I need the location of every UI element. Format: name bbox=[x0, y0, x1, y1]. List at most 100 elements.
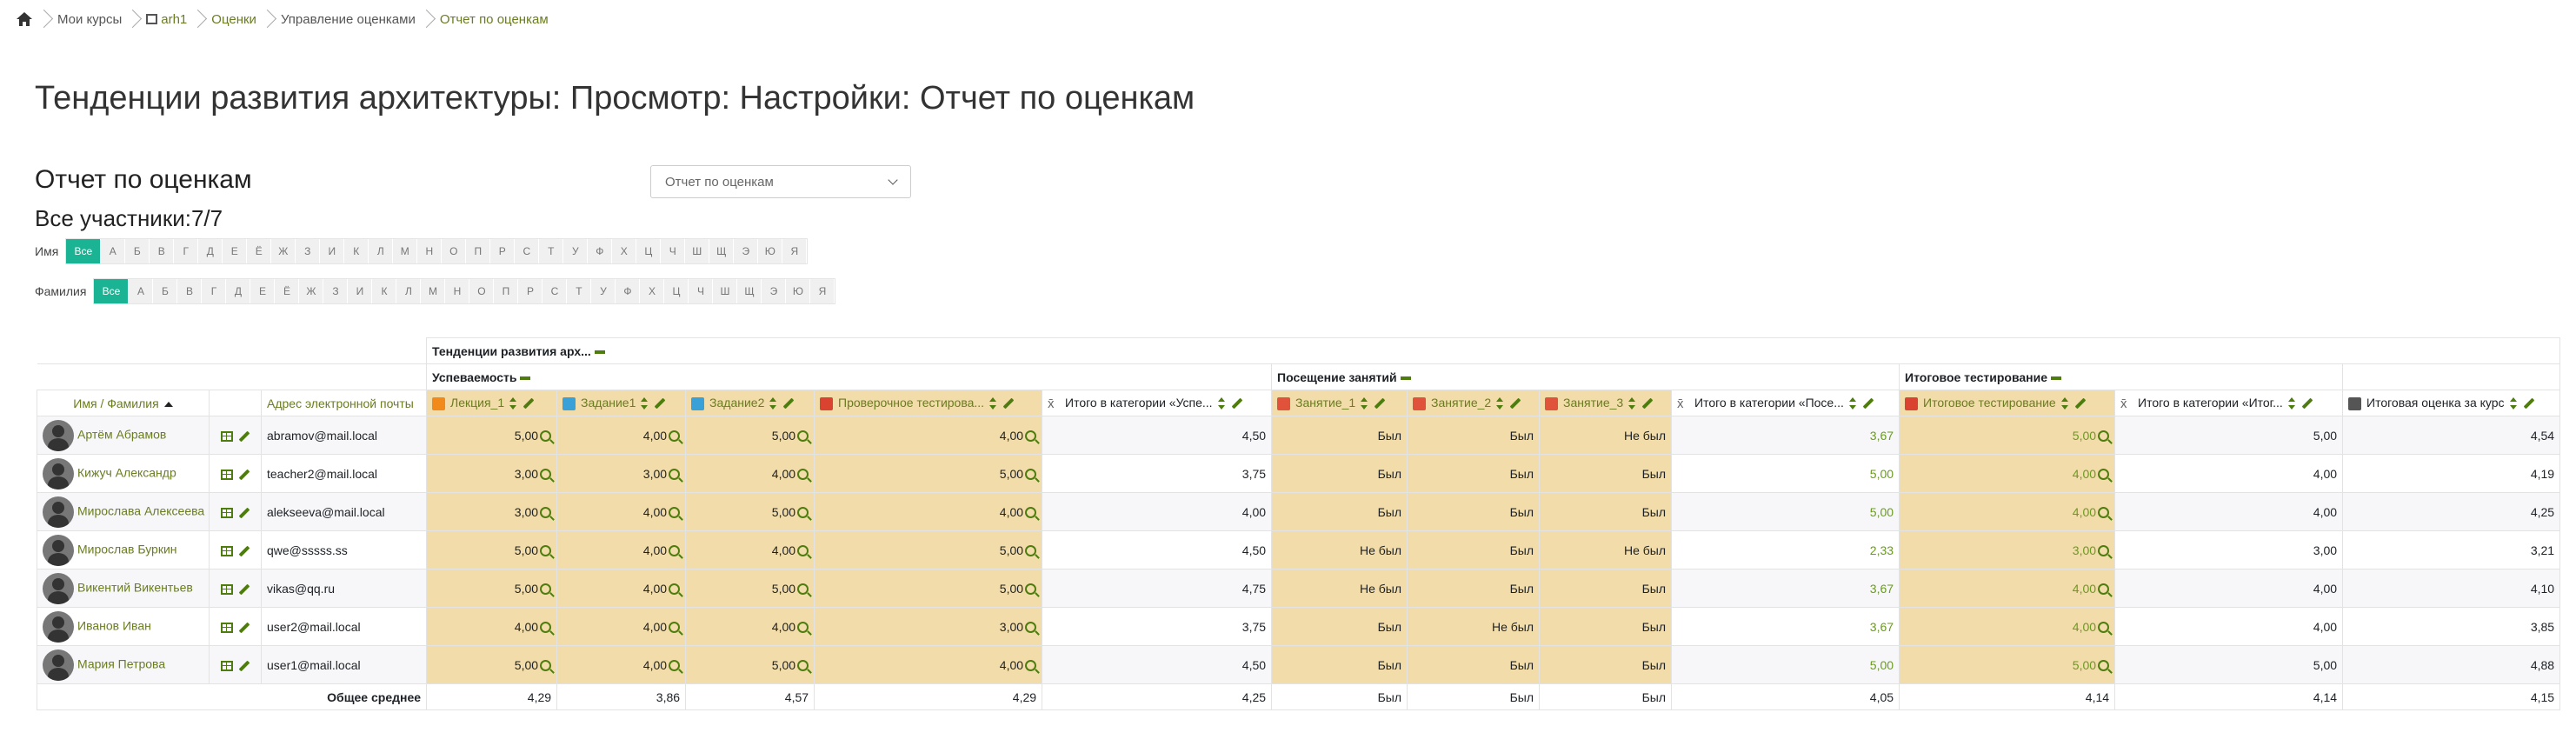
grade-cell[interactable]: 4,50 bbox=[1042, 645, 1273, 684]
initial-letter[interactable]: Ц bbox=[664, 279, 689, 303]
grade-cell[interactable]: 5,00 bbox=[426, 530, 558, 569]
breadcrumb-my-courses[interactable]: Мои курсы bbox=[57, 12, 122, 27]
initial-letter[interactable]: О bbox=[442, 239, 467, 263]
edit-icon[interactable] bbox=[1231, 398, 1242, 410]
grade-cell[interactable]: 5,00 bbox=[2114, 645, 2344, 684]
col-attendance-2[interactable]: Занятие_2 bbox=[1407, 390, 1541, 416]
edit-icon[interactable] bbox=[782, 398, 795, 410]
initial-letter[interactable]: П bbox=[494, 279, 519, 303]
avatar[interactable] bbox=[43, 572, 74, 604]
breadcrumb-grader-report[interactable]: Отчет по оценкам bbox=[440, 12, 549, 27]
initial-letter[interactable]: К bbox=[344, 239, 369, 263]
grade-cell[interactable]: 5,00 bbox=[426, 416, 558, 455]
initial-letter[interactable]: Б bbox=[125, 239, 150, 263]
grade-cell[interactable]: Был bbox=[1271, 454, 1408, 493]
initial-letter[interactable]: Щ bbox=[709, 239, 735, 263]
grade-cell[interactable]: Был bbox=[1407, 645, 1541, 684]
initial-letter[interactable]: И bbox=[320, 239, 345, 263]
grade-cell[interactable]: 4,00 bbox=[1899, 454, 2116, 493]
zoom-icon[interactable] bbox=[2098, 468, 2110, 480]
sort-icon[interactable] bbox=[769, 397, 777, 410]
zoom-icon[interactable] bbox=[797, 506, 809, 518]
grade-cell[interactable]: 4,00 bbox=[2114, 492, 2344, 531]
grade-cell[interactable]: 4,00 bbox=[814, 645, 1043, 684]
breadcrumb-course[interactable]: arh1 bbox=[161, 12, 187, 27]
initial-letter[interactable]: А bbox=[101, 239, 126, 263]
grade-cell[interactable]: Был bbox=[1271, 492, 1408, 531]
grade-cell[interactable]: 5,00 bbox=[1899, 416, 2116, 455]
initial-letter[interactable]: Н bbox=[445, 279, 470, 303]
sort-icon[interactable] bbox=[1848, 397, 1857, 410]
initial-letter[interactable]: Б bbox=[153, 279, 178, 303]
initial-letter[interactable]: У bbox=[563, 239, 589, 263]
collapse-icon[interactable] bbox=[520, 376, 531, 380]
grade-cell[interactable]: Был bbox=[1539, 607, 1673, 646]
sort-icon[interactable] bbox=[2060, 397, 2069, 410]
grade-analysis-icon[interactable] bbox=[220, 660, 233, 671]
collapse-icon[interactable] bbox=[594, 350, 605, 354]
grade-cell[interactable]: 5,00 bbox=[814, 454, 1043, 493]
zoom-icon[interactable] bbox=[2098, 621, 2110, 633]
initial-letter[interactable]: Е bbox=[223, 239, 248, 263]
grade-cell[interactable]: 4,00 bbox=[1042, 492, 1273, 531]
initial-letter[interactable]: У bbox=[591, 279, 616, 303]
grade-cell[interactable]: 5,00 bbox=[1671, 645, 1900, 684]
initial-letter[interactable]: Л bbox=[369, 239, 394, 263]
avatar[interactable] bbox=[43, 649, 74, 681]
initial-letter[interactable]: О bbox=[469, 279, 495, 303]
student-name-link[interactable]: Кижуч Александр bbox=[77, 465, 176, 479]
grade-cell[interactable]: Был bbox=[1407, 454, 1541, 493]
grade-cell[interactable]: Был bbox=[1407, 530, 1541, 569]
grade-analysis-icon[interactable] bbox=[220, 507, 233, 518]
grade-cell[interactable]: Был bbox=[1271, 645, 1408, 684]
grade-cell[interactable]: 2,33 bbox=[1671, 530, 1900, 569]
grade-cell[interactable]: 4,75 bbox=[1042, 569, 1273, 608]
zoom-icon[interactable] bbox=[540, 430, 552, 442]
initial-letter[interactable]: Э bbox=[734, 239, 759, 263]
zoom-icon[interactable] bbox=[669, 621, 681, 633]
grade-cell[interactable]: Был bbox=[1407, 492, 1541, 531]
grade-cell[interactable]: 4,54 bbox=[2342, 416, 2561, 455]
initial-letter[interactable]: Э bbox=[762, 279, 787, 303]
initial-letter[interactable]: Ю bbox=[758, 239, 783, 263]
grade-cell[interactable]: 3,00 bbox=[556, 454, 687, 493]
grade-analysis-icon[interactable] bbox=[220, 430, 233, 442]
grade-cell[interactable]: 4,00 bbox=[2114, 569, 2344, 608]
initial-letter[interactable]: С bbox=[542, 279, 568, 303]
grade-cell[interactable]: Не был bbox=[1271, 530, 1408, 569]
grade-cell[interactable]: 5,00 bbox=[426, 645, 558, 684]
zoom-icon[interactable] bbox=[797, 659, 809, 671]
initial-all[interactable]: Все bbox=[94, 279, 130, 303]
col-course-total[interactable]: Итоговая оценка за курс bbox=[2342, 390, 2561, 416]
student-name-link[interactable]: Викентий Викентьев bbox=[77, 580, 193, 594]
grade-cell[interactable]: 5,00 bbox=[1671, 454, 1900, 493]
initial-letter[interactable]: Ф bbox=[588, 239, 613, 263]
initial-letter[interactable]: Т bbox=[539, 239, 564, 263]
grade-cell[interactable]: 4,00 bbox=[1899, 607, 2116, 646]
avatar[interactable] bbox=[43, 419, 74, 451]
student-name-link[interactable]: Мирослав Буркин bbox=[77, 542, 177, 556]
breadcrumb-grade-admin[interactable]: Управление оценками bbox=[281, 12, 416, 27]
initial-all[interactable]: Все bbox=[66, 239, 102, 263]
grade-cell[interactable]: 5,00 bbox=[685, 416, 815, 455]
zoom-icon[interactable] bbox=[2098, 506, 2110, 518]
initial-letter[interactable]: Г bbox=[174, 239, 199, 263]
sort-icon[interactable] bbox=[2509, 397, 2518, 410]
zoom-icon[interactable] bbox=[2098, 583, 2110, 595]
col-total-attendance[interactable]: x̄ Итого в категории «Посе... bbox=[1671, 390, 1900, 416]
sort-icon[interactable] bbox=[989, 397, 997, 410]
grade-cell[interactable]: 5,00 bbox=[2114, 416, 2344, 455]
edit-icon[interactable] bbox=[2523, 398, 2534, 410]
grade-cell[interactable]: 4,00 bbox=[685, 454, 815, 493]
initial-letter[interactable]: Я bbox=[810, 279, 835, 303]
zoom-icon[interactable] bbox=[1025, 468, 1037, 480]
grade-cell[interactable]: Был bbox=[1539, 454, 1673, 493]
grade-cell[interactable]: 5,00 bbox=[814, 569, 1043, 608]
grade-cell[interactable]: 4,00 bbox=[1899, 569, 2116, 608]
grade-cell[interactable]: 5,00 bbox=[814, 530, 1043, 569]
grade-cell[interactable]: 4,88 bbox=[2342, 645, 2561, 684]
col-quiz[interactable]: Проверочное тестирова... bbox=[814, 390, 1043, 416]
grade-cell[interactable]: 4,00 bbox=[556, 530, 687, 569]
grade-cell[interactable]: 3,85 bbox=[2342, 607, 2561, 646]
grade-cell[interactable]: 3,67 bbox=[1671, 416, 1900, 455]
